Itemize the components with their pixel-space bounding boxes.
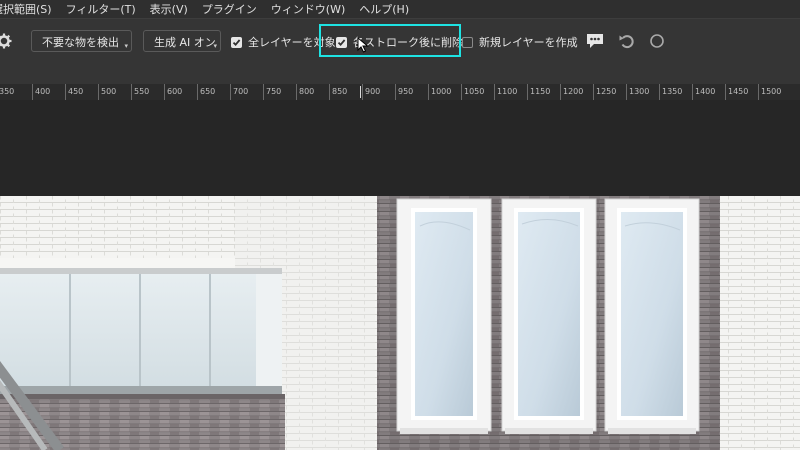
ruler-tick: 1500: [758, 84, 781, 100]
ruler-tick: 650: [197, 84, 215, 100]
ruler-tick: 1300: [626, 84, 649, 100]
highlight-box: [319, 24, 461, 57]
chevron-down-icon: ▾: [124, 42, 128, 50]
ruler-tick: 1100: [494, 84, 517, 100]
mouse-cursor-icon: [357, 37, 369, 53]
menu-bar: 選択範囲(S) フィルター(T) 表示(V) プラグイン ウィンドウ(W) ヘル…: [0, 0, 800, 18]
ruler-tick: 1050: [461, 84, 484, 100]
ruler-tick: 900: [362, 84, 380, 100]
menu-filter[interactable]: フィルター(T): [66, 1, 136, 17]
ruler-tick: 550: [131, 84, 149, 100]
options-bar-bottom: [0, 64, 800, 84]
ruler-tick: 450: [65, 84, 83, 100]
menu-help[interactable]: ヘルプ(H): [359, 1, 409, 17]
chevron-down-icon: ▾: [213, 42, 217, 50]
generative-ai-label: 生成 AI オン: [154, 36, 216, 49]
feedback-icon[interactable]: [585, 31, 605, 51]
ruler-tick: 1450: [725, 84, 748, 100]
menu-window[interactable]: ウィンドウ(W): [271, 1, 345, 17]
ruler-position-marker: [360, 86, 361, 98]
gear-icon[interactable]: [0, 33, 12, 49]
circle-icon[interactable]: [647, 31, 667, 51]
ruler-tick: 1000: [428, 84, 451, 100]
ruler-tick: 1350: [659, 84, 682, 100]
horizontal-ruler: 350 400 450 500 550 600 650 700 750 800 …: [0, 84, 800, 100]
ruler-tick: 1250: [593, 84, 616, 100]
ruler-tick: 750: [263, 84, 281, 100]
reset-icon[interactable]: [617, 31, 637, 51]
ruler-tick: 1200: [560, 84, 583, 100]
ruler-tick: 1150: [527, 84, 550, 100]
checkmark-icon: [231, 36, 242, 48]
ruler-tick: 350: [0, 84, 14, 100]
menu-view[interactable]: 表示(V): [150, 1, 188, 17]
new-layer-label: 新規レイヤーを作成: [479, 36, 578, 49]
generative-ai-dropdown[interactable]: 生成 AI オン ▾: [143, 30, 221, 52]
canvas-photo[interactable]: [0, 196, 800, 450]
ruler-tick: 950: [395, 84, 413, 100]
ruler-tick: 850: [329, 84, 347, 100]
ruler-tick: 600: [164, 84, 182, 100]
ruler-tick: 1400: [692, 84, 715, 100]
canvas-pasteboard[interactable]: [0, 100, 800, 196]
new-layer-checkbox[interactable]: 新規レイヤーを作成: [462, 34, 578, 50]
checkbox-empty-icon: [462, 36, 473, 48]
ruler-tick: 400: [32, 84, 50, 100]
menu-select[interactable]: 選択範囲(S): [0, 1, 52, 17]
detect-distractions-dropdown[interactable]: 不要な物を検出 ▾: [31, 30, 132, 52]
ruler-tick: 800: [296, 84, 314, 100]
menu-plugins[interactable]: プラグイン: [202, 1, 257, 17]
ruler-tick: 700: [230, 84, 248, 100]
ruler-tick: 500: [98, 84, 116, 100]
detect-distractions-label: 不要な物を検出: [42, 36, 119, 49]
